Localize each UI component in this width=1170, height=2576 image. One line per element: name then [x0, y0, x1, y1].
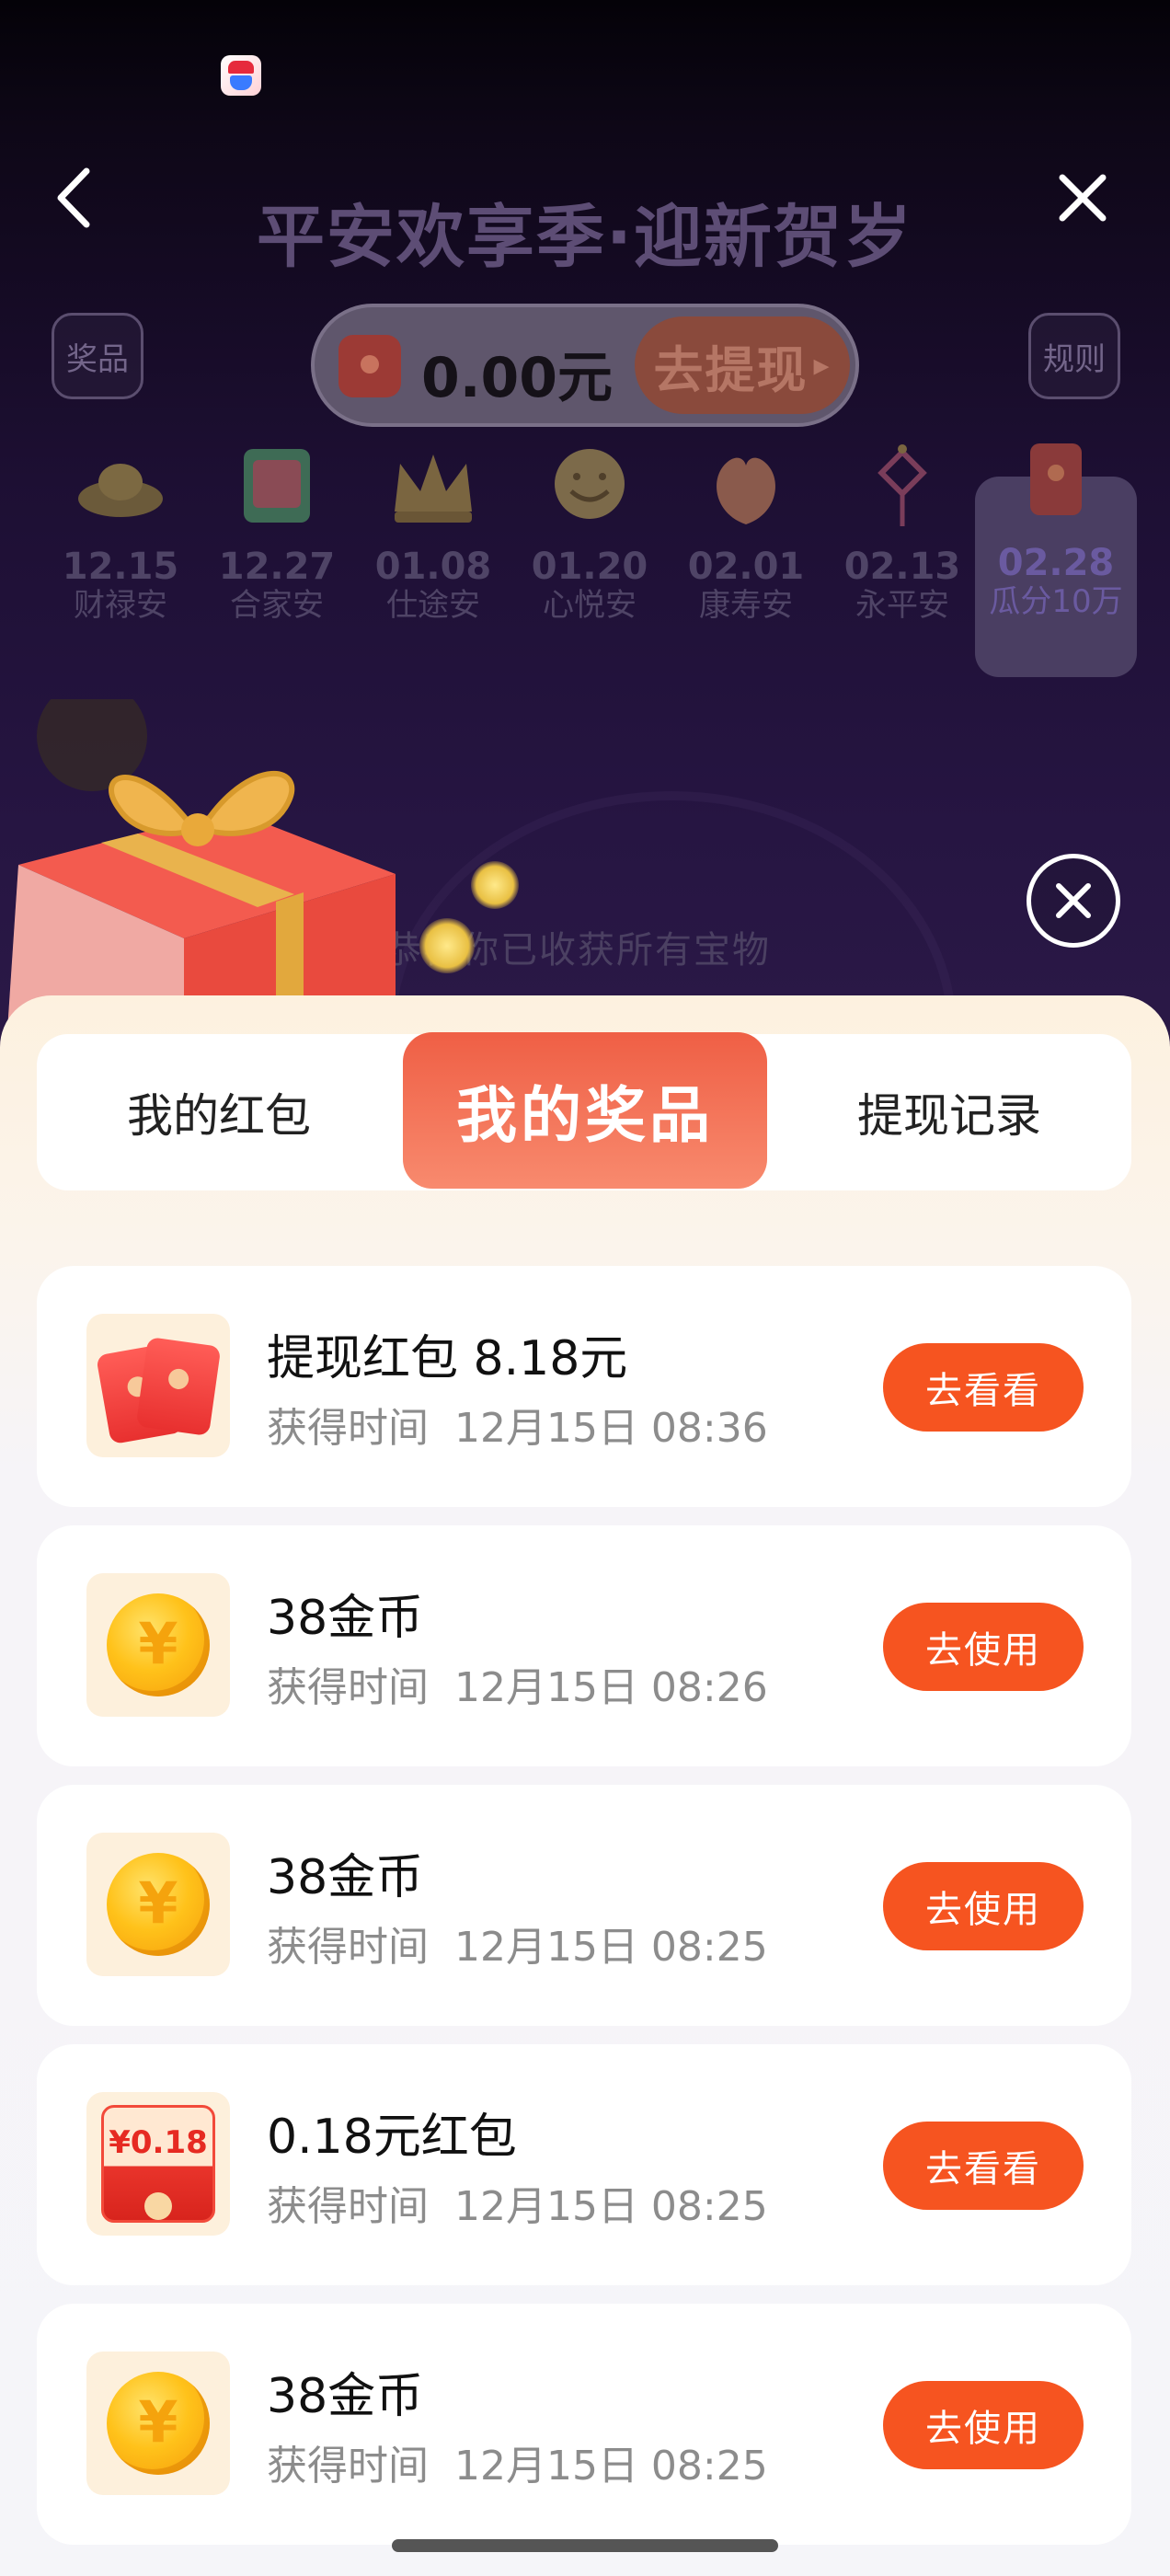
- prize-time: 获得时间 12月15日 08:25: [267, 1924, 768, 1971]
- crown-icon: [387, 440, 479, 532]
- timeline-name: 心悦安: [543, 587, 637, 624]
- prize-title: 38金币: [267, 2369, 424, 2424]
- timeline-item[interactable]: 12.27 合家安: [208, 440, 346, 642]
- use-prize-button[interactable]: 去使用: [883, 1603, 1084, 1691]
- timeline-name: 合家安: [230, 587, 324, 624]
- tab-my-red-packets[interactable]: 我的红包: [37, 1034, 401, 1190]
- overlay-close-button[interactable]: [1027, 854, 1120, 948]
- gold-coin-icon: ¥: [86, 2352, 230, 2495]
- laughing-buddha-icon: [544, 440, 636, 532]
- gift-box-icon: [0, 681, 405, 1030]
- prize-item: ¥ 38金币 获得时间 12月15日 08:25 去使用: [37, 1785, 1131, 2026]
- family-photo-icon: [231, 440, 323, 532]
- view-prize-button[interactable]: 去看看: [883, 2122, 1084, 2210]
- timeline-name: 康寿安: [699, 587, 793, 624]
- prize-title: 0.18元红包: [267, 2110, 517, 2165]
- prize-item: ¥0.18 0.18元红包 获得时间 12月15日 08:25 去看看: [37, 2044, 1131, 2285]
- sparkle-decoration: [419, 918, 475, 973]
- timeline-item[interactable]: 01.08 仕途安: [364, 440, 502, 642]
- cash-envelope-icon: ¥0.18: [86, 2092, 230, 2236]
- view-prize-button[interactable]: 去看看: [883, 1343, 1084, 1432]
- prize-title: 38金币: [267, 1850, 424, 1905]
- sparkle-decoration: [471, 861, 519, 909]
- red-envelopes-icon: [86, 1314, 230, 1457]
- timeline-date: 12.15: [62, 546, 179, 588]
- gold-coin-icon: ¥: [86, 1573, 230, 1717]
- rules-button[interactable]: 规则: [1028, 313, 1120, 399]
- red-envelope-icon: [1010, 436, 1102, 528]
- prize-time: 获得时间 12月15日 08:25: [267, 2183, 768, 2230]
- home-indicator[interactable]: [392, 2539, 778, 2552]
- red-envelope-icon: [338, 335, 401, 397]
- peach-icon: [700, 440, 792, 532]
- prize-title: 38金币: [267, 1591, 424, 1646]
- cash-envelope-amount: ¥0.18: [109, 2124, 208, 2161]
- timeline-date: 01.08: [374, 546, 492, 588]
- tab-my-prizes[interactable]: 我的奖品: [403, 1032, 767, 1189]
- balance-amount: 0.00元: [421, 346, 614, 410]
- prize-item: ¥ 38金币 获得时间 12月15日 08:25 去使用: [37, 2304, 1131, 2545]
- close-icon: [1056, 883, 1091, 918]
- prizes-sheet: 我的红包 提现记录 我的奖品 提现红包 8.18元 获得时间 12月15日 08…: [0, 995, 1170, 2576]
- chinese-knot-icon: [856, 440, 948, 532]
- tab-withdraw-records[interactable]: 提现记录: [767, 1034, 1131, 1190]
- chevron-right-icon: ▸: [813, 347, 832, 384]
- prize-item: ¥ 38金币 获得时间 12月15日 08:26 去使用: [37, 1525, 1131, 1766]
- prize-time: 获得时间 12月15日 08:36: [267, 1405, 768, 1452]
- timeline-date: 02.01: [687, 546, 805, 588]
- use-prize-button[interactable]: 去使用: [883, 1862, 1084, 1950]
- timeline-date: 02.13: [843, 546, 961, 588]
- timeline-date: 01.20: [531, 546, 648, 588]
- prizes-screen: 平安欢享季·迎新贺岁 奖品 规则 0.00元 去提现 ▸ 12.15 财禄安 1…: [0, 0, 1170, 2576]
- withdraw-label: 去提现: [653, 340, 809, 399]
- balance-pill: 0.00元 去提现 ▸: [311, 304, 859, 427]
- timeline-date: 02.28: [997, 542, 1115, 584]
- withdraw-button[interactable]: 去提现 ▸: [635, 316, 850, 414]
- gold-coin-icon: ¥: [86, 1833, 230, 1976]
- prize-item: 提现红包 8.18元 获得时间 12月15日 08:36 去看看: [37, 1266, 1131, 1507]
- tab-bar: 我的红包 提现记录 我的奖品: [37, 1032, 1131, 1190]
- timeline-name: 财禄安: [74, 587, 167, 624]
- use-prize-button[interactable]: 去使用: [883, 2381, 1084, 2469]
- prize-title: 提现红包 8.18元: [267, 1331, 628, 1386]
- status-bar: [0, 0, 1170, 138]
- timeline-date: 12.27: [218, 546, 336, 588]
- timeline-item[interactable]: 02.13 永平安: [833, 440, 971, 642]
- timeline-item[interactable]: 12.15 财禄安: [52, 440, 189, 642]
- page-title: 平安欢享季·迎新贺岁: [256, 198, 914, 277]
- timeline-name: 永平安: [855, 587, 949, 624]
- prizes-link-button[interactable]: 奖品: [52, 313, 143, 399]
- timeline-name: 瓜分10万: [989, 583, 1123, 620]
- prize-time: 获得时间 12月15日 08:26: [267, 1664, 768, 1711]
- app-notification-icon: [221, 55, 261, 96]
- gold-ingot-icon: [75, 440, 166, 532]
- timeline-item[interactable]: 02.01 康寿安: [677, 440, 815, 642]
- prize-time: 获得时间 12月15日 08:25: [267, 2443, 768, 2490]
- stage-timeline: 12.15 财禄安 12.27 合家安 01.08 仕途安 01.20 心悦安: [52, 440, 1137, 677]
- timeline-item[interactable]: 01.20 心悦安: [521, 440, 659, 642]
- timeline-item-active[interactable]: 02.28 瓜分10万: [975, 443, 1137, 677]
- timeline-name: 仕途安: [386, 587, 480, 624]
